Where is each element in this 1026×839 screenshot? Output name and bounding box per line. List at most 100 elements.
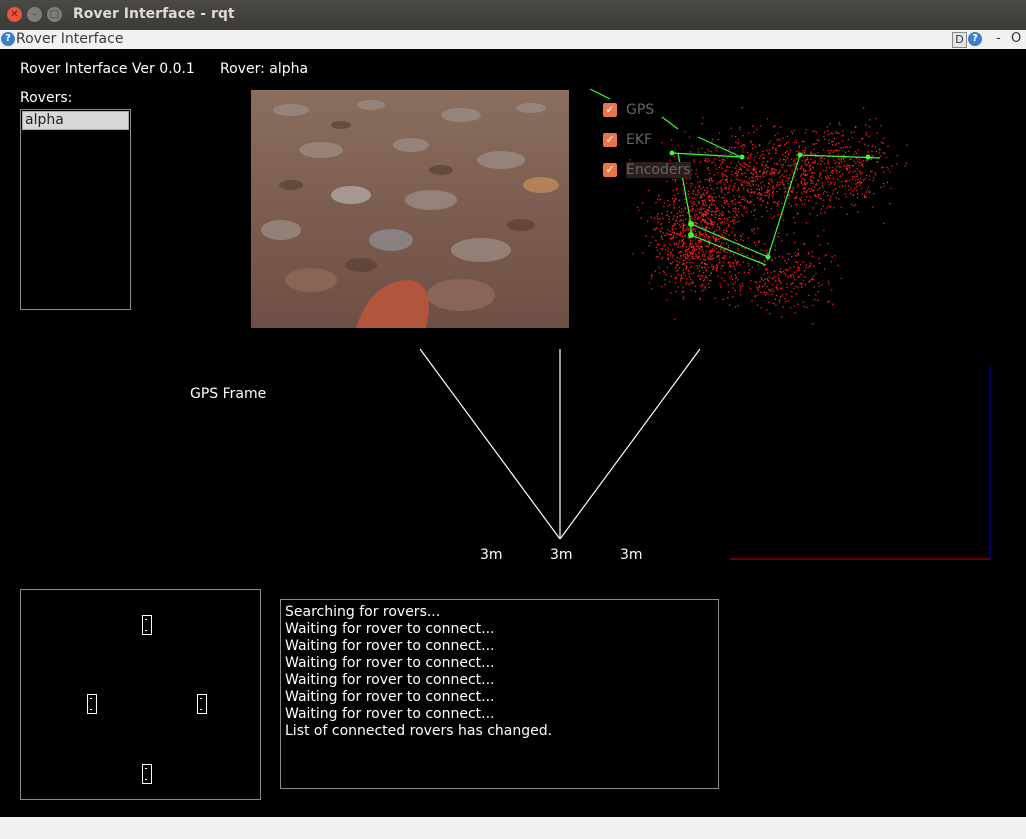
particle <box>817 291 819 293</box>
particle <box>705 178 707 181</box>
particle <box>868 175 871 177</box>
gps-layer-label: GPS <box>626 102 655 118</box>
particle <box>667 228 669 231</box>
particle <box>692 228 694 230</box>
particle <box>748 184 750 186</box>
particle <box>687 249 689 251</box>
close-window-button[interactable]: ✕ <box>7 7 22 22</box>
particle <box>659 253 661 255</box>
plugin-help-icon[interactable]: ? <box>968 32 982 46</box>
particle <box>672 261 674 263</box>
help-icon[interactable]: ? <box>1 32 15 46</box>
particle <box>859 162 861 164</box>
particle <box>707 213 709 215</box>
particle <box>711 214 713 216</box>
particle <box>772 146 774 148</box>
particle <box>690 240 692 242</box>
particle <box>660 236 663 239</box>
plugin-title: Rover Interface <box>16 31 124 47</box>
particle <box>755 218 757 220</box>
particle <box>772 277 774 279</box>
particle <box>743 144 745 146</box>
particle <box>697 194 699 196</box>
control-pad[interactable] <box>20 589 261 800</box>
particle <box>827 242 829 245</box>
rover-list-item[interactable]: alpha <box>22 111 129 130</box>
encoders-layer-checkbox[interactable]: ✓ <box>603 163 617 177</box>
particle <box>792 163 794 166</box>
particle <box>768 195 770 197</box>
particle <box>793 271 796 273</box>
particle <box>699 232 701 234</box>
particle <box>753 241 755 243</box>
particle <box>697 239 699 242</box>
rover-list[interactable]: alpha <box>20 109 131 310</box>
particle <box>714 212 716 214</box>
particle <box>804 171 806 173</box>
particle <box>862 160 864 162</box>
particle <box>802 184 804 186</box>
particle <box>786 262 788 264</box>
minimize-plugin-button[interactable]: - <box>996 31 1001 46</box>
particle <box>858 180 861 183</box>
particle <box>728 166 731 168</box>
particle <box>758 192 760 194</box>
particle <box>713 221 715 223</box>
particle <box>873 193 875 195</box>
particle <box>692 193 694 195</box>
particle <box>733 186 736 188</box>
particle <box>727 291 730 293</box>
particle <box>875 150 878 153</box>
particle <box>708 222 710 225</box>
particle <box>782 294 784 296</box>
particle <box>826 126 828 128</box>
particle <box>758 188 760 190</box>
particle <box>771 217 773 219</box>
particle <box>694 290 696 293</box>
particle <box>836 192 839 194</box>
map-view[interactable] <box>590 87 920 327</box>
particle <box>710 151 712 153</box>
particle <box>802 301 804 303</box>
particle <box>694 216 696 218</box>
particle <box>727 186 729 188</box>
ekf-layer-checkbox[interactable]: ✓ <box>603 133 617 147</box>
particle <box>720 248 722 250</box>
particle <box>729 277 731 279</box>
particle <box>683 259 685 261</box>
particle <box>808 280 811 282</box>
particle <box>840 147 842 149</box>
particle <box>718 195 720 197</box>
particle <box>827 162 829 164</box>
particle <box>734 198 736 200</box>
particle <box>793 159 796 161</box>
particle <box>701 233 703 236</box>
maximize-window-button[interactable]: □ <box>47 7 62 22</box>
log-line: Waiting for rover to connect... <box>285 672 495 688</box>
close-plugin-button[interactable]: O <box>1011 31 1021 46</box>
particle <box>835 188 837 190</box>
particle <box>646 220 649 222</box>
particle <box>782 182 784 184</box>
minimize-window-button[interactable]: – <box>27 7 42 22</box>
particle <box>741 252 744 254</box>
particle <box>712 188 715 190</box>
particle <box>759 170 761 173</box>
particle <box>824 176 827 178</box>
gps-frame-view <box>419 348 991 560</box>
info-log[interactable]: Searching for rovers... Waiting for rove… <box>280 599 719 789</box>
dock-button[interactable]: D <box>952 32 967 48</box>
particle <box>780 126 782 128</box>
particle <box>885 156 888 159</box>
particle <box>722 175 724 177</box>
particle <box>671 231 673 233</box>
particle <box>669 204 671 206</box>
particle <box>791 295 793 297</box>
particle <box>753 159 755 161</box>
particle <box>769 173 771 175</box>
gps-layer-checkbox[interactable]: ✓ <box>603 103 617 117</box>
particle <box>718 255 720 257</box>
particle <box>737 138 740 141</box>
particle <box>732 296 734 298</box>
particle <box>747 182 749 185</box>
